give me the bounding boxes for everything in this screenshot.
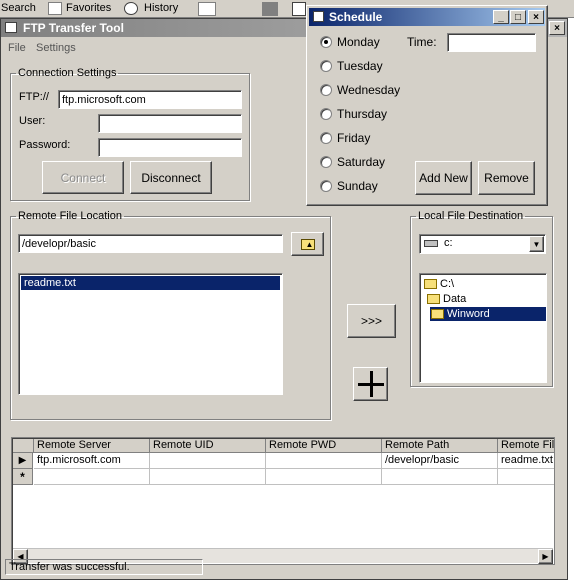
history-icon [124, 2, 138, 15]
grid-cell[interactable]: readme.txt [498, 453, 554, 469]
add-row-button[interactable] [353, 367, 388, 401]
remove-button[interactable]: Remove [478, 161, 535, 195]
add-new-button[interactable]: Add New [415, 161, 472, 195]
schedule-dialog: Schedule _ □ × Monday Tuesday Wednesday … [306, 5, 548, 206]
folder-item-winword[interactable]: Winword [430, 307, 546, 321]
app-icon [5, 22, 17, 33]
radio-friday-label[interactable]: Friday [337, 131, 370, 145]
user-input[interactable] [98, 114, 242, 133]
radio-monday-label[interactable]: Monday [337, 35, 380, 49]
connection-settings-legend: Connection Settings [18, 67, 117, 79]
radio-saturday[interactable] [320, 156, 332, 168]
grid-cell[interactable]: /developr/basic [382, 453, 498, 469]
close-icon[interactable]: × [528, 10, 544, 24]
radio-wednesday-label[interactable]: Wednesday [337, 83, 400, 97]
scroll-right-icon[interactable]: ▶ [538, 549, 553, 564]
radio-sunday-label[interactable]: Sunday [337, 179, 378, 193]
schedule-title: Schedule [329, 10, 383, 24]
local-destination-legend: Local File Destination [418, 210, 524, 222]
row-current-marker[interactable]: ▶ [13, 453, 33, 469]
grid-header-remote-uid[interactable]: Remote UID [150, 439, 266, 453]
plus-icon [357, 371, 384, 397]
user-label: User: [19, 115, 46, 127]
radio-monday[interactable] [320, 36, 332, 48]
grid-cell-new[interactable] [498, 469, 554, 485]
grid-corner [13, 439, 34, 453]
folder-open-icon [427, 294, 440, 305]
maximize-icon[interactable]: □ [510, 10, 526, 24]
history-button[interactable]: History [144, 2, 178, 14]
password-label: Password: [19, 139, 71, 151]
grid-cell-new[interactable] [382, 469, 498, 485]
grid-cell[interactable] [266, 453, 382, 469]
grid-header-remote-server[interactable]: Remote Server [34, 439, 150, 453]
folder-open-icon [431, 309, 444, 320]
radio-thursday[interactable] [320, 108, 332, 120]
radio-saturday-label[interactable]: Saturday [337, 155, 385, 169]
folder-item-data[interactable]: Data [427, 293, 466, 305]
grid-header-remote-path[interactable]: Remote Path [382, 439, 498, 453]
edit-icon[interactable] [262, 2, 278, 16]
ftp-label: FTP:// [19, 91, 49, 103]
print-icon[interactable] [198, 2, 216, 16]
schedule-titlebar: Schedule _ □ × [309, 8, 545, 26]
folder-open-icon [424, 279, 437, 290]
drive-value: c: [444, 237, 453, 249]
row-new-marker[interactable]: * [13, 469, 33, 485]
radio-sunday[interactable] [320, 180, 332, 192]
drive-select[interactable]: c: ▼ [419, 234, 546, 254]
grid-cell[interactable] [150, 453, 266, 469]
grid-cell[interactable]: ftp.microsoft.com [34, 453, 150, 469]
schedule-grid[interactable]: Remote Server Remote UID Remote PWD Remo… [11, 437, 555, 565]
chevron-down-icon[interactable]: ▼ [529, 236, 544, 252]
grid-cell-new[interactable] [34, 469, 150, 485]
main-close-button[interactable]: × [549, 21, 565, 35]
ftp-host-input[interactable] [58, 90, 242, 109]
radio-thursday-label[interactable]: Thursday [337, 107, 387, 121]
favorites-icon [48, 2, 62, 15]
radio-tuesday-label[interactable]: Tuesday [337, 59, 383, 73]
remote-file-list[interactable]: readme.txt [18, 273, 283, 395]
favorites-button[interactable]: Favorites [66, 2, 111, 14]
radio-tuesday[interactable] [320, 60, 332, 72]
status-bar: Transfer was successful. [5, 559, 203, 575]
transfer-button[interactable]: >>> [347, 304, 396, 338]
grid-cell-new[interactable] [266, 469, 382, 485]
grid-header-remote-pwd[interactable]: Remote PWD [266, 439, 382, 453]
menu-file[interactable]: File [8, 42, 26, 54]
schedule-window-icon [313, 11, 324, 22]
local-folder-tree[interactable]: C:\ Data Winword [419, 273, 547, 383]
folder-up-icon: ▲ [300, 238, 315, 250]
drive-icon [424, 239, 438, 247]
remote-path-input[interactable] [18, 234, 283, 253]
minimize-icon[interactable]: _ [493, 10, 509, 24]
window-title: FTP Transfer Tool [23, 21, 124, 35]
password-input[interactable] [98, 138, 242, 157]
grid-header-remote-file[interactable]: Remote File [498, 439, 554, 453]
connect-button[interactable]: Connect [42, 161, 124, 194]
parent-folder-button[interactable]: ▲ [291, 232, 324, 256]
search-button[interactable]: Search [1, 2, 36, 14]
time-label: Time: [407, 35, 437, 49]
time-input[interactable] [447, 33, 536, 52]
page-icon[interactable] [292, 2, 306, 16]
remote-file-item[interactable]: readme.txt [21, 276, 280, 290]
folder-item-root[interactable]: C:\ [424, 278, 454, 290]
grid-cell-new[interactable] [150, 469, 266, 485]
menu-settings[interactable]: Settings [36, 42, 76, 54]
remote-file-legend: Remote File Location [18, 210, 122, 222]
disconnect-button[interactable]: Disconnect [130, 161, 212, 194]
radio-wednesday[interactable] [320, 84, 332, 96]
radio-friday[interactable] [320, 132, 332, 144]
